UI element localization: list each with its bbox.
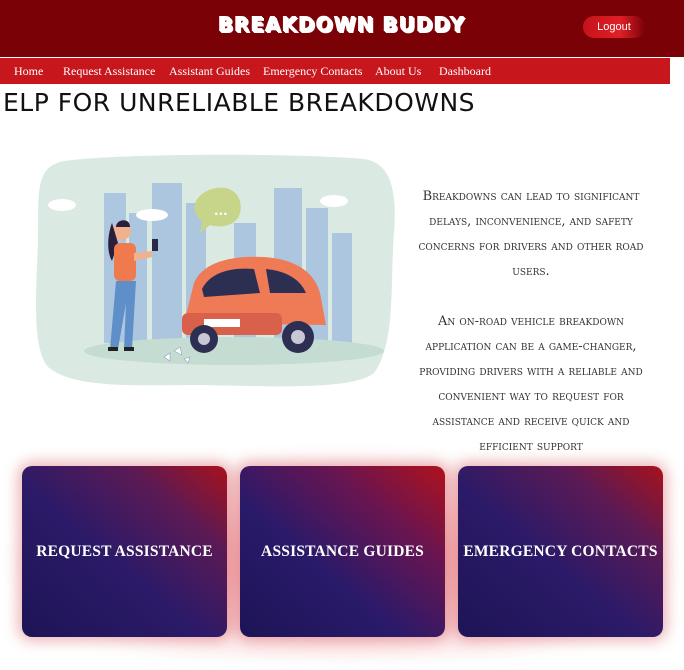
nav-item-home[interactable]: Home xyxy=(14,64,43,79)
card-label: ASSISTANCE GUIDES xyxy=(261,542,424,560)
page-title: ELP FOR UNRELIABLE BREAKDOWNS xyxy=(3,88,476,117)
assistance-guides-card[interactable]: ASSISTANCE GUIDES xyxy=(240,466,445,637)
nav-item-dashboard[interactable]: Dashboard xyxy=(439,64,491,79)
request-assistance-card[interactable]: REQUEST ASSISTANCE xyxy=(22,466,227,637)
nav-item-assistant-guides[interactable]: Assistant Guides xyxy=(169,64,250,79)
emergency-contacts-card[interactable]: EMERGENCY CONTACTS xyxy=(458,466,663,637)
top-header: BREAKDOWN BUDDY Logout xyxy=(0,0,684,57)
intro-paragraph-2: An on-road vehicle breakdown application… xyxy=(419,314,643,454)
breakdown-illustration: ... xyxy=(36,154,395,387)
nav-item-emergency-contacts[interactable]: Emergency Contacts xyxy=(263,64,362,79)
logout-button[interactable]: Logout xyxy=(583,16,645,38)
card-label: EMERGENCY CONTACTS xyxy=(463,542,658,560)
speech-bubble-text: ... xyxy=(214,204,228,218)
nav-item-about-us[interactable]: About Us xyxy=(375,64,421,79)
main-nav: Home Request Assistance Assistant Guides… xyxy=(0,57,670,84)
nav-item-request-assistance[interactable]: Request Assistance xyxy=(63,64,155,79)
card-label: REQUEST ASSISTANCE xyxy=(36,542,213,560)
intro-text: Breakdowns can lead to significant delay… xyxy=(415,184,647,459)
intro-paragraph-1: Breakdowns can lead to significant delay… xyxy=(418,189,644,279)
brand-logo: BREAKDOWN BUDDY xyxy=(218,13,466,37)
